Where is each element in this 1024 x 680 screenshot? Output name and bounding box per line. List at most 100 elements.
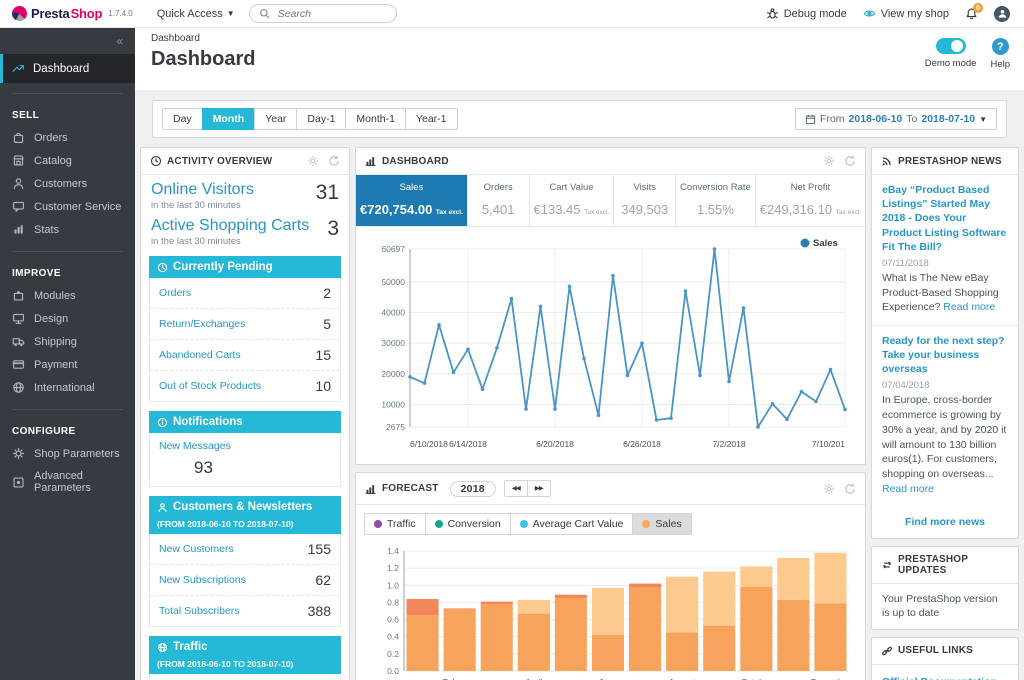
sidebar-item-customers[interactable]: Customers (0, 172, 135, 195)
previous-year-button[interactable]: ◀◀ (504, 480, 528, 497)
row-link[interactable]: Return/Exchanges (159, 318, 245, 330)
useful-link-item: Official Documentation User, Developer a… (882, 675, 1008, 680)
legend-sales-button[interactable]: Sales (632, 513, 691, 535)
read-more-link[interactable]: Read more (882, 483, 934, 495)
sidebar-collapse-button[interactable]: « (0, 28, 135, 54)
gear-icon[interactable] (823, 483, 835, 495)
read-more-link[interactable]: Read more (943, 301, 995, 313)
panel-title: PRESTASHOP UPDATES (898, 554, 1009, 576)
gear-icon[interactable] (307, 155, 319, 167)
sidebar-item-label: Shop Parameters (34, 448, 120, 460)
row-link[interactable]: New Subscriptions (159, 574, 246, 586)
kpi-tab-sales[interactable]: Sales €720,754.00 Tax excl. (356, 175, 468, 226)
kpi-tab-orders[interactable]: Orders 5,401 (468, 175, 530, 226)
debug-mode-label: Debug mode (784, 8, 847, 20)
panel-title: DASHBOARD (382, 156, 449, 167)
date-to-label: To (906, 113, 917, 125)
sidebar-item-label: International (34, 382, 95, 394)
notifications-button[interactable]: 0 (965, 7, 978, 20)
panel-title: PRESTASHOP NEWS (898, 156, 1002, 167)
view-my-shop-button[interactable]: View my shop (863, 7, 949, 20)
svg-text:0.6: 0.6 (387, 615, 399, 625)
filter-day-button[interactable]: Day (162, 108, 203, 130)
svg-text:6/14/2018: 6/14/2018 (449, 439, 487, 449)
search-input[interactable] (276, 7, 376, 21)
kpi-tabs: Sales €720,754.00 Tax excl. Orders 5,401… (356, 175, 865, 227)
gear-icon[interactable] (823, 155, 835, 167)
news-headline-link[interactable]: Ready for the next step? Take your busin… (882, 334, 1008, 377)
person-icon (157, 502, 168, 513)
user-avatar[interactable] (994, 6, 1010, 22)
filter-year-1-button[interactable]: Year-1 (405, 108, 458, 130)
refresh-icon[interactable] (844, 155, 856, 167)
settings-icon (12, 476, 25, 489)
row-link[interactable]: Abandoned Carts (159, 349, 241, 361)
sidebar-item-stats[interactable]: Stats (0, 218, 135, 241)
row-link[interactable]: Out of Stock Products (159, 380, 261, 392)
sidebar-item-label: Customer Service (34, 201, 121, 213)
sidebar-item-international[interactable]: International (0, 376, 135, 399)
eye-icon (863, 7, 876, 20)
legend-traffic-button[interactable]: Traffic (364, 513, 426, 535)
sidebar-item-orders[interactable]: Orders (0, 126, 135, 149)
sidebar-item-advanced-parameters[interactable]: Advanced Parameters (0, 465, 135, 499)
panel-title: FORECAST (382, 483, 439, 494)
prestashop-logo[interactable]: Presta Shop 1.7.4.0 (0, 6, 143, 21)
demo-mode-toggle[interactable] (936, 38, 966, 54)
activity-overview-panel: ACTIVITY OVERVIEW 31 Online Visitors in … (140, 147, 350, 680)
row-link[interactable]: New Customers (159, 543, 234, 555)
kpi-tab-visits[interactable]: Visits 349,503 (614, 175, 676, 226)
divider (12, 409, 123, 410)
search-icon (259, 8, 270, 19)
legend-average-cart-value-button[interactable]: Average Cart Value (510, 513, 634, 535)
kpi-tab-net-profit[interactable]: Net Profit €249,316.10 Tax excl. (756, 175, 865, 226)
globe-icon (12, 381, 25, 394)
sidebar-item-catalog[interactable]: Catalog (0, 149, 135, 172)
find-more-news-link[interactable]: Find more news (872, 506, 1018, 538)
active-carts-link[interactable]: Active Shopping Carts (151, 217, 339, 235)
useful-link[interactable]: Official Documentation (882, 675, 1008, 680)
panel-title: USEFUL LINKS (898, 645, 973, 656)
online-visitors-link[interactable]: Online Visitors (151, 181, 339, 199)
info-icon (157, 417, 168, 428)
section-title: Notifications (173, 416, 243, 428)
quick-access-menu[interactable]: Quick Access ▼ (143, 8, 249, 20)
svg-text:6/20/2018: 6/20/2018 (536, 439, 574, 449)
truck-icon (12, 335, 25, 348)
debug-mode-button[interactable]: Debug mode (766, 7, 847, 20)
kpi-tab-cart-value[interactable]: Cart Value €133.45 Tax excl. (530, 175, 615, 226)
refresh-icon[interactable] (328, 155, 340, 167)
search-box[interactable] (249, 4, 397, 23)
sidebar-item-shop-parameters[interactable]: Shop Parameters (0, 442, 135, 465)
filter-month-button[interactable]: Month (202, 108, 256, 130)
row-link[interactable]: Orders (159, 287, 191, 299)
legend-conversion-button[interactable]: Conversion (425, 513, 511, 535)
date-range-picker[interactable]: From 2018-06-10 To 2018-07-10 ▼ (795, 108, 997, 130)
help-button[interactable]: ? (992, 38, 1009, 55)
pending-returns-row: Return/Exchanges 5 (150, 309, 340, 340)
svg-text:60697: 60697 (381, 244, 405, 254)
sidebar-item-design[interactable]: Design (0, 307, 135, 330)
forecast-legend: Traffic Conversion Average Cart Value Sa… (356, 505, 865, 537)
svg-text:40000: 40000 (381, 307, 405, 317)
sidebar-item-shipping[interactable]: Shipping (0, 330, 135, 353)
sidebar-item-modules[interactable]: Modules (0, 284, 135, 307)
sidebar-item-dashboard[interactable]: Dashboard (0, 54, 135, 83)
svg-text:Sales: Sales (813, 238, 838, 249)
news-headline-link[interactable]: eBay “Product Based Listings” Started Ma… (882, 183, 1008, 254)
section-title: Currently Pending (173, 261, 273, 273)
kpi-tab-conversion-rate[interactable]: Conversion Rate 1.55% (676, 175, 756, 226)
refresh-icon[interactable] (844, 483, 856, 495)
page-header: Dashboard Dashboard Demo mode ? Help (135, 28, 1024, 90)
filter-month-1-button[interactable]: Month-1 (345, 108, 406, 130)
traffic-header: Traffic (FROM 2018-06-10 TO 2018-07-10) (149, 636, 341, 674)
filter-year-button[interactable]: Year (254, 108, 297, 130)
sidebar-item-payment[interactable]: Payment (0, 353, 135, 376)
row-link[interactable]: Total Subscribers (159, 605, 240, 617)
period-button-group: Day Month Year Day-1 Month-1 Year-1 (162, 108, 458, 130)
next-year-button[interactable]: ▶▶ (527, 480, 551, 497)
sidebar-item-customer-service[interactable]: Customer Service (0, 195, 135, 218)
filter-day-1-button[interactable]: Day-1 (296, 108, 346, 130)
row-link[interactable]: New Messages (159, 440, 231, 452)
chevron-down-icon: ▼ (227, 9, 235, 18)
